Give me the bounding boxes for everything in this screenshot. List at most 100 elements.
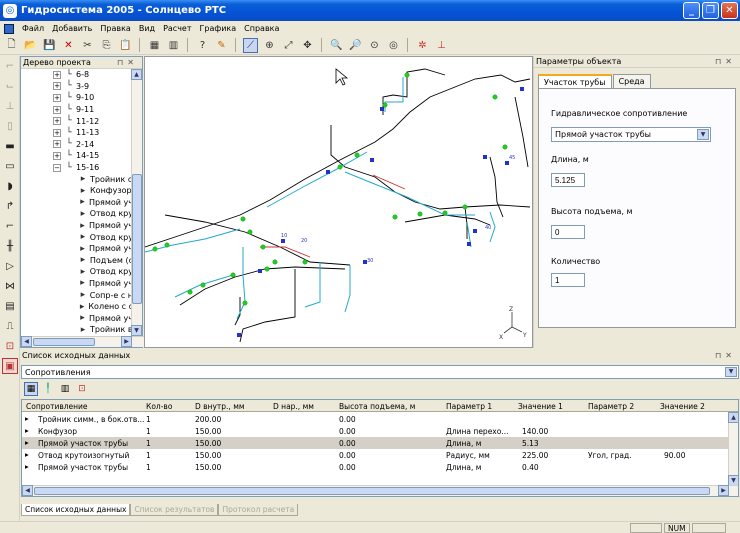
pin-icon[interactable]: ⊓✕ [117,58,138,67]
col-height[interactable]: Высота подъема, м [339,402,415,411]
cap-icon[interactable]: ◗ [2,178,18,194]
delete-icon[interactable]: ✕ [61,38,76,53]
tree-node[interactable]: ▸ Колено с с [21,301,133,313]
expand-icon[interactable]: + [53,82,61,91]
tab-results[interactable]: Список результатов [130,504,219,516]
scroll-up-icon[interactable]: ▲ [131,69,142,80]
tab-protocol[interactable]: Протокол расчета [218,504,299,516]
table-view-icon[interactable]: ▦ [24,382,38,396]
collapse-icon[interactable]: − [53,163,61,172]
scroll-right-icon[interactable]: ▶ [121,336,132,347]
tree-node[interactable]: ▸ Прямой уч [21,278,133,290]
minimize-button[interactable]: _ [683,2,700,19]
tree-node[interactable]: + └ 2-14 [21,139,133,151]
tree-node[interactable]: + └ 11-12 [21,115,133,127]
grid-view-icon[interactable]: ▦ [147,38,162,53]
tree-node[interactable]: ▸ Подъем (с [21,255,133,267]
col-d-inner[interactable]: D внутр., мм [195,402,245,411]
tree-node[interactable]: + └ 6-8 [21,69,133,81]
cut-icon[interactable]: ✂ [80,38,95,53]
lift-icon[interactable]: ⎍ [2,318,18,334]
tab-pipe-section[interactable]: Участок трубы [538,74,612,89]
table-row[interactable]: Конфузор 1 150.00 0.00 Длина перехо... 140.00… [22,425,730,437]
pin-icon[interactable]: ⊓✕ [715,57,736,66]
tee-tool-icon[interactable]: ⊥ [2,98,18,114]
tree-node[interactable]: + └ 14-15 [21,150,133,162]
table-vertical-scrollbar[interactable]: ▲ ▼ [728,412,738,486]
support-tool-icon[interactable]: ▯ [2,118,18,134]
table-horizontal-scrollbar[interactable]: ◀ ▶ [22,485,738,496]
draw-pipe-icon[interactable]: ⟋ [243,37,258,53]
tree-node[interactable]: ▸ Сопр-е с н [21,289,133,301]
valve-tool-icon[interactable]: ⌙ [2,78,18,94]
flange-filter-icon[interactable]: ▥ [58,382,72,396]
move-icon[interactable]: ✥ [300,38,315,53]
col-qty[interactable]: Кол-во [146,402,172,411]
confusor-icon[interactable]: ▷ [2,258,18,274]
table-row[interactable]: Прямой участок трубы 1 150.00 0.00 Длина, м 0… [22,461,730,473]
pump-filter-icon[interactable]: ⊡ [75,382,89,396]
scroll-thumb[interactable] [132,174,142,304]
expand-icon[interactable]: + [53,93,61,102]
bend-icon[interactable]: ↱ [2,198,18,214]
length-input[interactable] [551,173,585,187]
select-icon[interactable]: ⤢ [281,38,296,53]
gate-valve-icon[interactable]: ⋈ [2,278,18,294]
menu-add[interactable]: Добавить [48,24,96,33]
settings-icon[interactable]: ✲ [415,38,430,53]
zoom-fit-icon[interactable]: ⊙ [367,38,382,53]
compensator-icon[interactable]: ▤ [2,298,18,314]
columns-icon[interactable]: ▥ [166,38,181,53]
elbow-icon[interactable]: ⌐ [2,218,18,234]
scroll-thumb[interactable] [34,487,710,495]
expand-icon[interactable]: + [53,117,61,126]
expand-icon[interactable]: + [53,128,61,137]
col-param2[interactable]: Параметр 2 [588,402,634,411]
pin-icon[interactable]: ⊓✕ [715,351,736,360]
menu-edit[interactable]: Правка [96,24,134,33]
table-row[interactable]: Прямой участок трубы 1 150.00 0.00 Длина, м 5… [22,437,730,449]
tree-node[interactable]: + └ 9-10 [21,92,133,104]
scroll-up-icon[interactable]: ▲ [728,412,738,423]
menu-calc[interactable]: Расчет [159,24,195,33]
menu-graphics[interactable]: Графика [196,24,241,33]
flange-icon[interactable]: ╫ [2,238,18,254]
tab-medium[interactable]: Среда [612,74,651,89]
tree-node[interactable]: + └ 11-13 [21,127,133,139]
scroll-left-icon[interactable]: ◀ [22,485,33,496]
expand-icon[interactable]: + [53,70,61,79]
col-value2[interactable]: Значение 2 [660,402,705,411]
tree-node[interactable]: ▸ Прямой уч [21,312,133,324]
pump-icon[interactable]: ⊡ [2,338,18,354]
scroll-down-icon[interactable]: ▼ [131,325,142,336]
copy-icon[interactable]: ⎘ [99,38,114,53]
menu-file[interactable]: Файл [18,24,48,33]
tree-node[interactable]: ▸ Отвод кру [21,266,133,278]
hydraulic-select[interactable]: Прямой участок трубы ▼ [551,127,711,142]
close-button[interactable]: ✕ [721,2,738,19]
height-input[interactable] [551,225,585,239]
tree-node[interactable]: ▸ Прямой уч [21,220,133,232]
save-icon[interactable]: 💾 [42,38,57,53]
menu-help[interactable]: Справка [240,24,283,33]
tree-node[interactable]: ▸ Тройник в [21,324,133,336]
tree-node[interactable]: − └ 15-16 [21,162,133,174]
zoom-out-icon[interactable]: 🔎 [348,38,363,53]
chevron-down-icon[interactable]: ▼ [725,367,737,377]
tree-horizontal-scrollbar[interactable]: ◀ ▶ [21,336,144,347]
count-input[interactable] [551,273,585,287]
maximize-button[interactable]: ❐ [702,2,719,19]
pipe-tool-icon[interactable]: ⌐ [2,58,18,74]
scroll-thumb[interactable] [33,338,95,346]
list-type-select[interactable]: Сопротивления ▼ [21,365,739,379]
help-icon[interactable]: ? [195,38,210,53]
tree-node[interactable]: + └ 3-9 [21,81,133,93]
expand-icon[interactable]: + [53,140,61,149]
layer-icon[interactable]: ▣ [2,358,18,374]
scroll-left-icon[interactable]: ◀ [21,336,32,347]
scroll-right-icon[interactable]: ▶ [718,485,729,496]
expand-icon[interactable]: + [53,151,61,160]
tree-node[interactable]: + └ 9-11 [21,104,133,116]
tree-vertical-scrollbar[interactable]: ▲ ▼ [131,69,142,336]
col-resistance[interactable]: Сопротивление [26,402,88,411]
